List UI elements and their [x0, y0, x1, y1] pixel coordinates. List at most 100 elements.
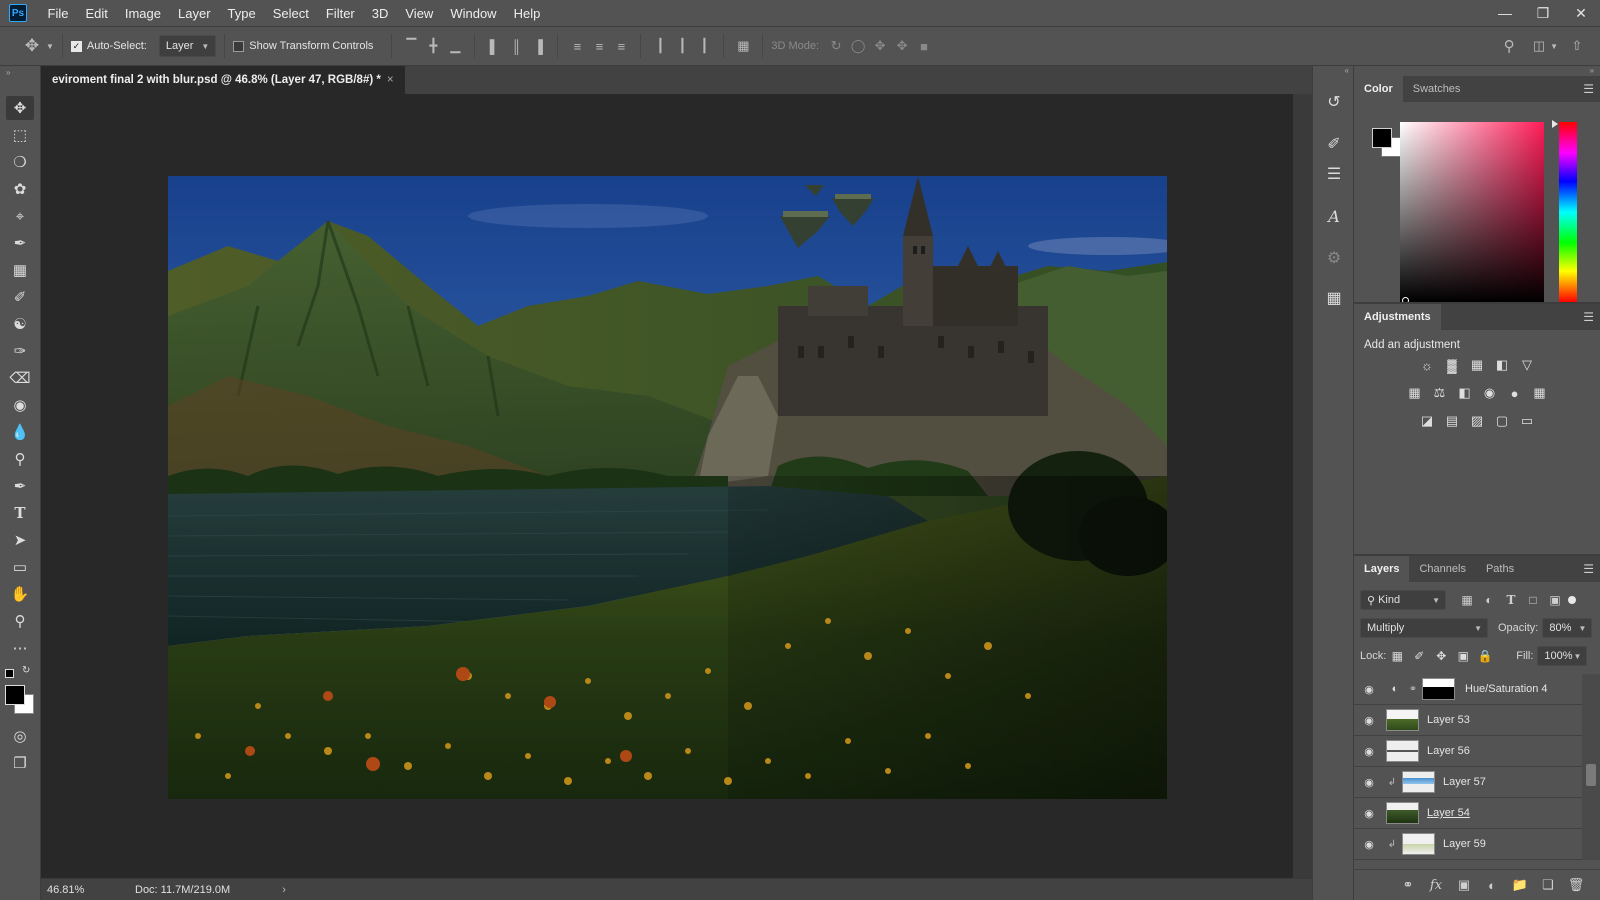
- 3d-panel-icon[interactable]: ⚙: [1322, 246, 1346, 270]
- distribute-top-edges-icon[interactable]: ≡: [566, 35, 588, 57]
- filter-kind-dropdown[interactable]: ⚲ Kind ▼: [1360, 590, 1446, 610]
- eye-visibility-icon[interactable]: ◉: [1354, 838, 1384, 851]
- menu-3d[interactable]: 3D: [363, 6, 397, 21]
- layer-style-fx-icon[interactable]: fx: [1422, 878, 1450, 893]
- dodge-tool-icon[interactable]: ⚲: [6, 447, 34, 471]
- move-tool-icon[interactable]: ✥: [6, 96, 34, 120]
- new-layer-icon[interactable]: ❏: [1534, 877, 1562, 893]
- character-panel-icon[interactable]: A: [1322, 204, 1346, 228]
- quick-mask-icon[interactable]: ◎: [6, 724, 34, 748]
- menu-type[interactable]: Type: [219, 6, 264, 21]
- collapse-arrows-icon[interactable]: »: [1590, 66, 1594, 75]
- move-tool-preset-icon[interactable]: ✥: [19, 35, 45, 57]
- layer-row[interactable]: ◉ ◐ ⚭ Hue/Saturation 4: [1354, 674, 1582, 705]
- color-balance-icon[interactable]: ⚖: [1427, 382, 1452, 404]
- layer-thumbnail[interactable]: [1386, 802, 1419, 824]
- link-layers-icon[interactable]: ⚭: [1394, 877, 1422, 893]
- panel-menu-icon[interactable]: ☰: [1583, 562, 1594, 576]
- eye-visibility-icon[interactable]: ◉: [1354, 807, 1384, 820]
- eye-visibility-icon[interactable]: ◉: [1354, 745, 1384, 758]
- new-adjustment-layer-icon[interactable]: ◐: [1478, 878, 1506, 893]
- canvas-area[interactable]: [41, 94, 1293, 878]
- eye-visibility-icon[interactable]: ◉: [1354, 714, 1384, 727]
- collapse-arrows-icon[interactable]: »: [6, 68, 10, 77]
- close-icon[interactable]: ✕: [1562, 0, 1600, 26]
- channel-mixer-icon[interactable]: ●: [1502, 382, 1527, 404]
- blur-tool-icon[interactable]: 💧: [6, 420, 34, 444]
- align-left-edges-icon[interactable]: ▌: [483, 35, 505, 57]
- menu-filter[interactable]: Filter: [317, 6, 363, 21]
- hue-slider-marker[interactable]: [1552, 120, 1558, 128]
- canvas-vertical-scrollbar[interactable]: [1293, 94, 1312, 878]
- hand-tool-icon[interactable]: ✋: [6, 582, 34, 606]
- default-colors-icon[interactable]: [5, 669, 14, 678]
- lock-position-icon[interactable]: ✥: [1430, 649, 1452, 663]
- tab-swatches[interactable]: Swatches: [1403, 76, 1471, 102]
- panel-menu-icon[interactable]: ☰: [1583, 82, 1594, 96]
- curves-icon[interactable]: ▦: [1465, 354, 1490, 376]
- distribute-right-edges-icon[interactable]: ┃: [693, 35, 715, 57]
- lock-artboard-icon[interactable]: ▣: [1452, 649, 1474, 663]
- document-tab[interactable]: eviroment final 2 with blur.psd @ 46.8% …: [41, 66, 405, 94]
- smart-object-filter-icon[interactable]: ▣: [1544, 593, 1566, 607]
- layer-row[interactable]: ◉ ↲ Layer 59: [1354, 829, 1582, 860]
- layer-row[interactable]: ◉ ↲ Layer 57: [1354, 767, 1582, 798]
- paint-bucket-tool-icon[interactable]: ◉: [6, 393, 34, 417]
- tab-layers[interactable]: Layers: [1354, 556, 1410, 582]
- tab-color[interactable]: Color: [1354, 76, 1403, 102]
- levels-icon[interactable]: ▓: [1440, 354, 1465, 376]
- show-transform-controls-checkbox[interactable]: [233, 40, 245, 52]
- auto-select-target-dropdown[interactable]: Layer ▼: [158, 35, 217, 57]
- opacity-input[interactable]: 80% ▼: [1542, 618, 1593, 638]
- type-layer-filter-icon[interactable]: T: [1500, 593, 1522, 607]
- distribute-bottom-edges-icon[interactable]: ≡: [610, 35, 632, 57]
- search-icon[interactable]: ⚲: [1498, 35, 1520, 57]
- layers-scroll-thumb[interactable]: [1586, 764, 1596, 786]
- layer-row[interactable]: ◉ Layer 53: [1354, 705, 1582, 736]
- gradient-map-icon[interactable]: ▭: [1515, 410, 1540, 432]
- rectangle-tool-icon[interactable]: ▭: [6, 555, 34, 579]
- layer-row[interactable]: ◉ Layer 56: [1354, 736, 1582, 767]
- delete-layer-trash-icon[interactable]: 🗑: [1562, 877, 1590, 893]
- minimize-icon[interactable]: —: [1486, 0, 1524, 26]
- marquee-tool-icon[interactable]: ⬚: [6, 123, 34, 147]
- shape-layer-filter-icon[interactable]: □: [1522, 593, 1544, 607]
- menu-image[interactable]: Image: [116, 6, 169, 21]
- panel-menu-icon[interactable]: ☰: [1583, 310, 1594, 324]
- photo-filter-icon[interactable]: ◉: [1477, 382, 1502, 404]
- tab-adjustments[interactable]: Adjustments: [1354, 304, 1441, 330]
- libraries-icon[interactable]: ▦: [1322, 286, 1346, 310]
- eyedropper-tool-icon[interactable]: ✒: [6, 231, 34, 255]
- align-top-edges-icon[interactable]: ▔: [400, 35, 422, 57]
- selective-color-icon[interactable]: ▢: [1490, 410, 1515, 432]
- share-icon[interactable]: ⇧: [1566, 35, 1588, 57]
- foreground-color-swatch[interactable]: [5, 685, 25, 705]
- quick-selection-tool-icon[interactable]: ✿: [6, 177, 34, 201]
- eraser-tool-icon[interactable]: ⌫: [6, 366, 34, 390]
- layer-thumbnail[interactable]: [1402, 771, 1435, 793]
- foreground-color-swatch[interactable]: [1372, 128, 1392, 148]
- collapse-arrows-icon[interactable]: «: [1345, 66, 1349, 75]
- color-lookup-icon[interactable]: ▦: [1527, 382, 1552, 404]
- menu-file[interactable]: File: [39, 6, 77, 21]
- lasso-tool-icon[interactable]: ❍: [6, 150, 34, 174]
- tab-channels[interactable]: Channels: [1409, 556, 1475, 582]
- lock-all-icon[interactable]: 🔒: [1474, 649, 1496, 663]
- clone-stamp-tool-icon[interactable]: ☯: [6, 312, 34, 336]
- posterize-icon[interactable]: ▤: [1440, 410, 1465, 432]
- close-icon[interactable]: ×: [387, 74, 394, 86]
- align-horizontal-centers-icon[interactable]: ║: [505, 35, 527, 57]
- new-group-folder-icon[interactable]: 📁: [1506, 877, 1534, 893]
- properties-icon[interactable]: ☰: [1322, 162, 1346, 186]
- auto-align-layers-icon[interactable]: ▦: [732, 35, 754, 57]
- history-panel-icon[interactable]: ↺: [1322, 90, 1346, 114]
- layer-mask-thumbnail[interactable]: [1422, 678, 1455, 700]
- invert-icon[interactable]: ◪: [1415, 410, 1440, 432]
- auto-select-checkbox[interactable]: ✓: [70, 40, 82, 52]
- brush-settings-icon[interactable]: ✐: [1322, 132, 1346, 156]
- align-vertical-centers-icon[interactable]: ╋: [422, 35, 444, 57]
- hue-slider[interactable]: [1559, 122, 1577, 302]
- restore-icon[interactable]: ❐: [1524, 0, 1562, 26]
- distribute-left-edges-icon[interactable]: ┃: [649, 35, 671, 57]
- distribute-horizontal-centers-icon[interactable]: ┃: [671, 35, 693, 57]
